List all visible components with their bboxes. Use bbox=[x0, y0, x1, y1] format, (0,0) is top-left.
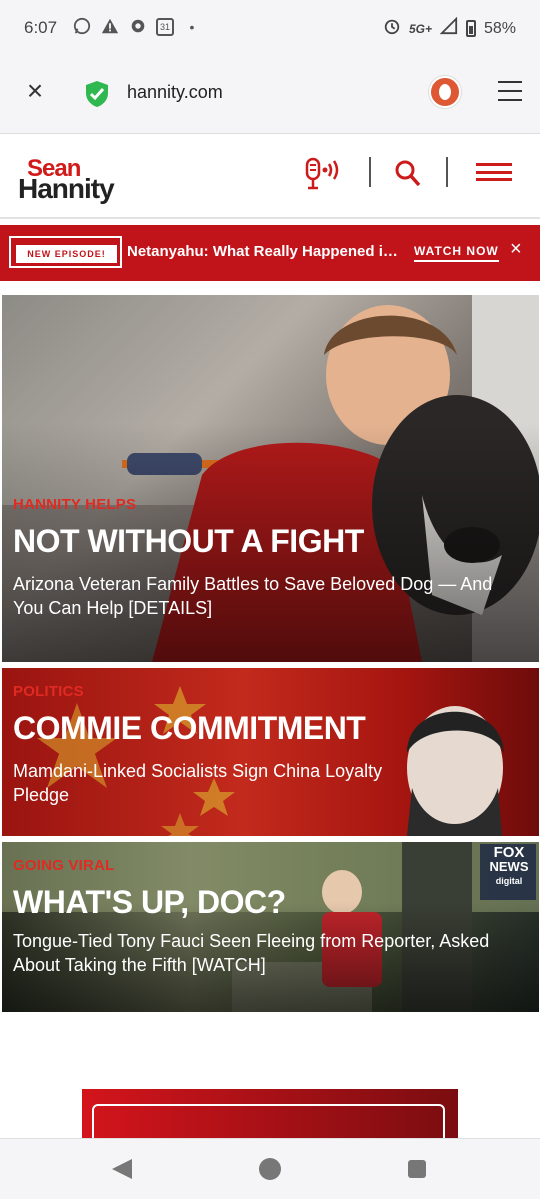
header-divider bbox=[369, 157, 371, 187]
recent-apps-icon[interactable] bbox=[408, 1160, 426, 1178]
browser-menu-icon[interactable] bbox=[498, 81, 522, 101]
banner-close-icon[interactable]: × bbox=[510, 238, 522, 261]
banner-headline[interactable]: Netanyahu: What Really Happened in Iran bbox=[127, 243, 405, 260]
status-system-icons: 5G+ 58% bbox=[383, 16, 516, 40]
site-menu-icon[interactable] bbox=[476, 163, 512, 181]
fox-news-watermark: FOX NEWS digital bbox=[483, 844, 535, 888]
promo-card[interactable] bbox=[82, 1089, 458, 1168]
site-header: Sean Hannity bbox=[0, 135, 540, 219]
calendar-icon: 31 bbox=[156, 18, 174, 36]
battery-level: 58% bbox=[483, 19, 516, 37]
duckduckgo-icon[interactable] bbox=[429, 76, 461, 108]
secure-shield-icon[interactable] bbox=[84, 80, 110, 108]
podcast-mic-icon[interactable] bbox=[303, 157, 345, 191]
new-episode-badge: NEW EPISODE! bbox=[9, 236, 122, 268]
battery-icon bbox=[465, 20, 476, 37]
address-bar-url[interactable]: hannity.com bbox=[127, 82, 223, 103]
story-card[interactable]: FOX NEWS digital GOING VIRAL WHAT'S UP, … bbox=[2, 842, 539, 1012]
network-type: 5G+ bbox=[408, 21, 432, 36]
new-episode-label: NEW EPISODE! bbox=[16, 245, 117, 263]
story-dek[interactable]: Arizona Veteran Family Battles to Save B… bbox=[13, 572, 523, 620]
header-divider bbox=[446, 157, 448, 187]
story-kicker[interactable]: HANNITY HELPS bbox=[13, 496, 136, 513]
home-icon[interactable] bbox=[259, 1158, 281, 1180]
episode-banner[interactable]: NEW EPISODE! Netanyahu: What Really Happ… bbox=[0, 225, 540, 281]
search-icon[interactable] bbox=[394, 159, 422, 189]
close-tab-icon[interactable]: × bbox=[22, 77, 48, 105]
browser-toolbar: × hannity.com bbox=[0, 56, 540, 134]
watermark-news: NEWS bbox=[489, 859, 529, 874]
dot-icon: • bbox=[189, 19, 195, 35]
status-time: 6:07 bbox=[24, 18, 58, 37]
alarm-icon bbox=[383, 17, 401, 40]
watermark-fox: FOX bbox=[493, 844, 525, 861]
story-kicker[interactable]: GOING VIRAL bbox=[13, 857, 114, 874]
site-logo[interactable]: Sean Hannity bbox=[18, 155, 138, 204]
story-title[interactable]: NOT WITHOUT A FIGHT bbox=[13, 523, 364, 560]
calendar-day: 31 bbox=[159, 22, 170, 32]
story-title[interactable]: WHAT'S UP, DOC? bbox=[13, 884, 286, 921]
watermark-digital: digital bbox=[495, 876, 523, 886]
story-dek[interactable]: Mamdani-Linked Socialists Sign China Loy… bbox=[13, 759, 413, 807]
story-card[interactable]: HANNITY HELPS NOT WITHOUT A FIGHT Arizon… bbox=[2, 295, 539, 662]
signal-icon bbox=[439, 16, 458, 40]
story-kicker[interactable]: POLITICS bbox=[13, 683, 84, 700]
settings-gear-icon bbox=[128, 17, 148, 37]
app-screen: 6:07 31 • 5G+ 58% × hannity.com Sean Han… bbox=[0, 0, 540, 1199]
story-card[interactable]: POLITICS COMMIE COMMITMENT Mamdani-Linke… bbox=[2, 668, 539, 836]
story-dek[interactable]: Tongue-Tied Tony Fauci Seen Fleeing from… bbox=[13, 929, 523, 977]
system-nav-bar bbox=[0, 1138, 540, 1199]
logo-hannity: Hannity bbox=[18, 173, 115, 204]
back-icon[interactable] bbox=[112, 1159, 132, 1179]
status-notification-icons: 31 • bbox=[72, 17, 202, 37]
whatsapp-icon bbox=[72, 17, 92, 37]
status-bar: 6:07 31 • 5G+ 58% bbox=[0, 0, 540, 56]
story-title[interactable]: COMMIE COMMITMENT bbox=[13, 710, 366, 747]
watch-now-link[interactable]: WATCH NOW bbox=[414, 244, 499, 262]
warning-icon bbox=[100, 17, 120, 37]
